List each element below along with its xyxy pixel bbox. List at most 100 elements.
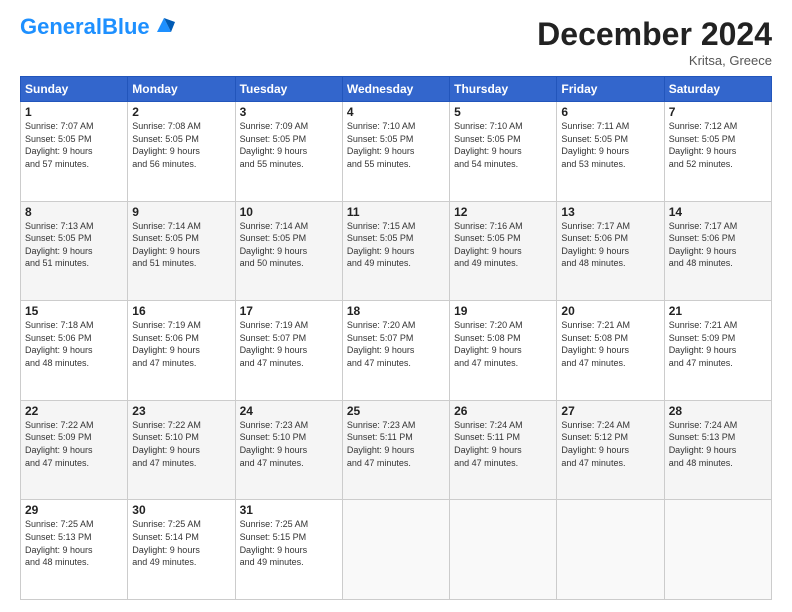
calendar-cell xyxy=(450,500,557,600)
day-info: Sunrise: 7:14 AM Sunset: 5:05 PM Dayligh… xyxy=(132,220,230,270)
calendar-cell xyxy=(342,500,449,600)
day-number: 24 xyxy=(240,404,338,418)
calendar-cell: 22Sunrise: 7:22 AM Sunset: 5:09 PM Dayli… xyxy=(21,400,128,500)
calendar-cell: 12Sunrise: 7:16 AM Sunset: 5:05 PM Dayli… xyxy=(450,201,557,301)
calendar-cell: 5Sunrise: 7:10 AM Sunset: 5:05 PM Daylig… xyxy=(450,102,557,202)
week-row-0: 1Sunrise: 7:07 AM Sunset: 5:05 PM Daylig… xyxy=(21,102,772,202)
col-tuesday: Tuesday xyxy=(235,77,342,102)
calendar-cell: 13Sunrise: 7:17 AM Sunset: 5:06 PM Dayli… xyxy=(557,201,664,301)
day-info: Sunrise: 7:19 AM Sunset: 5:07 PM Dayligh… xyxy=(240,319,338,369)
day-number: 16 xyxy=(132,304,230,318)
day-number: 2 xyxy=(132,105,230,119)
day-info: Sunrise: 7:25 AM Sunset: 5:13 PM Dayligh… xyxy=(25,518,123,568)
day-number: 20 xyxy=(561,304,659,318)
day-number: 9 xyxy=(132,205,230,219)
calendar-cell: 29Sunrise: 7:25 AM Sunset: 5:13 PM Dayli… xyxy=(21,500,128,600)
day-number: 30 xyxy=(132,503,230,517)
day-info: Sunrise: 7:10 AM Sunset: 5:05 PM Dayligh… xyxy=(454,120,552,170)
week-row-3: 22Sunrise: 7:22 AM Sunset: 5:09 PM Dayli… xyxy=(21,400,772,500)
day-number: 25 xyxy=(347,404,445,418)
day-number: 3 xyxy=(240,105,338,119)
day-info: Sunrise: 7:07 AM Sunset: 5:05 PM Dayligh… xyxy=(25,120,123,170)
day-number: 12 xyxy=(454,205,552,219)
week-row-4: 29Sunrise: 7:25 AM Sunset: 5:13 PM Dayli… xyxy=(21,500,772,600)
day-number: 21 xyxy=(669,304,767,318)
calendar-cell: 31Sunrise: 7:25 AM Sunset: 5:15 PM Dayli… xyxy=(235,500,342,600)
day-number: 31 xyxy=(240,503,338,517)
day-info: Sunrise: 7:14 AM Sunset: 5:05 PM Dayligh… xyxy=(240,220,338,270)
day-number: 1 xyxy=(25,105,123,119)
col-friday: Friday xyxy=(557,77,664,102)
day-info: Sunrise: 7:08 AM Sunset: 5:05 PM Dayligh… xyxy=(132,120,230,170)
calendar-cell: 15Sunrise: 7:18 AM Sunset: 5:06 PM Dayli… xyxy=(21,301,128,401)
calendar-subtitle: Kritsa, Greece xyxy=(537,53,772,68)
calendar-cell: 10Sunrise: 7:14 AM Sunset: 5:05 PM Dayli… xyxy=(235,201,342,301)
calendar-cell: 21Sunrise: 7:21 AM Sunset: 5:09 PM Dayli… xyxy=(664,301,771,401)
calendar-cell: 17Sunrise: 7:19 AM Sunset: 5:07 PM Dayli… xyxy=(235,301,342,401)
col-monday: Monday xyxy=(128,77,235,102)
day-number: 19 xyxy=(454,304,552,318)
calendar-cell: 11Sunrise: 7:15 AM Sunset: 5:05 PM Dayli… xyxy=(342,201,449,301)
day-info: Sunrise: 7:18 AM Sunset: 5:06 PM Dayligh… xyxy=(25,319,123,369)
calendar-cell: 8Sunrise: 7:13 AM Sunset: 5:05 PM Daylig… xyxy=(21,201,128,301)
day-info: Sunrise: 7:15 AM Sunset: 5:05 PM Dayligh… xyxy=(347,220,445,270)
day-number: 13 xyxy=(561,205,659,219)
calendar-cell: 18Sunrise: 7:20 AM Sunset: 5:07 PM Dayli… xyxy=(342,301,449,401)
day-info: Sunrise: 7:13 AM Sunset: 5:05 PM Dayligh… xyxy=(25,220,123,270)
col-wednesday: Wednesday xyxy=(342,77,449,102)
day-info: Sunrise: 7:20 AM Sunset: 5:07 PM Dayligh… xyxy=(347,319,445,369)
day-number: 27 xyxy=(561,404,659,418)
calendar-cell: 26Sunrise: 7:24 AM Sunset: 5:11 PM Dayli… xyxy=(450,400,557,500)
day-number: 15 xyxy=(25,304,123,318)
calendar-cell xyxy=(664,500,771,600)
day-info: Sunrise: 7:22 AM Sunset: 5:10 PM Dayligh… xyxy=(132,419,230,469)
calendar-cell: 14Sunrise: 7:17 AM Sunset: 5:06 PM Dayli… xyxy=(664,201,771,301)
day-number: 23 xyxy=(132,404,230,418)
day-number: 29 xyxy=(25,503,123,517)
calendar-cell: 23Sunrise: 7:22 AM Sunset: 5:10 PM Dayli… xyxy=(128,400,235,500)
calendar-cell: 6Sunrise: 7:11 AM Sunset: 5:05 PM Daylig… xyxy=(557,102,664,202)
col-sunday: Sunday xyxy=(21,77,128,102)
calendar-cell: 28Sunrise: 7:24 AM Sunset: 5:13 PM Dayli… xyxy=(664,400,771,500)
day-info: Sunrise: 7:25 AM Sunset: 5:14 PM Dayligh… xyxy=(132,518,230,568)
calendar-cell: 30Sunrise: 7:25 AM Sunset: 5:14 PM Dayli… xyxy=(128,500,235,600)
logo: GeneralBlue xyxy=(20,16,175,38)
header-row: Sunday Monday Tuesday Wednesday Thursday… xyxy=(21,77,772,102)
title-block: December 2024 Kritsa, Greece xyxy=(537,16,772,68)
day-info: Sunrise: 7:24 AM Sunset: 5:13 PM Dayligh… xyxy=(669,419,767,469)
day-info: Sunrise: 7:17 AM Sunset: 5:06 PM Dayligh… xyxy=(669,220,767,270)
week-row-1: 8Sunrise: 7:13 AM Sunset: 5:05 PM Daylig… xyxy=(21,201,772,301)
day-info: Sunrise: 7:20 AM Sunset: 5:08 PM Dayligh… xyxy=(454,319,552,369)
calendar-cell: 4Sunrise: 7:10 AM Sunset: 5:05 PM Daylig… xyxy=(342,102,449,202)
day-info: Sunrise: 7:23 AM Sunset: 5:10 PM Dayligh… xyxy=(240,419,338,469)
calendar-cell: 24Sunrise: 7:23 AM Sunset: 5:10 PM Dayli… xyxy=(235,400,342,500)
day-number: 17 xyxy=(240,304,338,318)
logo-icon xyxy=(153,14,175,36)
day-info: Sunrise: 7:21 AM Sunset: 5:08 PM Dayligh… xyxy=(561,319,659,369)
logo-text: GeneralBlue xyxy=(20,16,150,38)
col-thursday: Thursday xyxy=(450,77,557,102)
calendar-cell: 3Sunrise: 7:09 AM Sunset: 5:05 PM Daylig… xyxy=(235,102,342,202)
week-row-2: 15Sunrise: 7:18 AM Sunset: 5:06 PM Dayli… xyxy=(21,301,772,401)
day-info: Sunrise: 7:19 AM Sunset: 5:06 PM Dayligh… xyxy=(132,319,230,369)
day-number: 8 xyxy=(25,205,123,219)
calendar-title: December 2024 xyxy=(537,16,772,53)
page: GeneralBlue December 2024 Kritsa, Greece… xyxy=(0,0,792,612)
day-number: 5 xyxy=(454,105,552,119)
calendar-cell: 20Sunrise: 7:21 AM Sunset: 5:08 PM Dayli… xyxy=(557,301,664,401)
calendar-cell: 16Sunrise: 7:19 AM Sunset: 5:06 PM Dayli… xyxy=(128,301,235,401)
day-number: 14 xyxy=(669,205,767,219)
day-number: 7 xyxy=(669,105,767,119)
day-number: 26 xyxy=(454,404,552,418)
calendar-cell: 9Sunrise: 7:14 AM Sunset: 5:05 PM Daylig… xyxy=(128,201,235,301)
day-info: Sunrise: 7:11 AM Sunset: 5:05 PM Dayligh… xyxy=(561,120,659,170)
day-number: 4 xyxy=(347,105,445,119)
day-number: 22 xyxy=(25,404,123,418)
day-info: Sunrise: 7:10 AM Sunset: 5:05 PM Dayligh… xyxy=(347,120,445,170)
day-info: Sunrise: 7:21 AM Sunset: 5:09 PM Dayligh… xyxy=(669,319,767,369)
calendar-cell: 2Sunrise: 7:08 AM Sunset: 5:05 PM Daylig… xyxy=(128,102,235,202)
day-number: 18 xyxy=(347,304,445,318)
day-info: Sunrise: 7:24 AM Sunset: 5:11 PM Dayligh… xyxy=(454,419,552,469)
calendar-cell xyxy=(557,500,664,600)
col-saturday: Saturday xyxy=(664,77,771,102)
